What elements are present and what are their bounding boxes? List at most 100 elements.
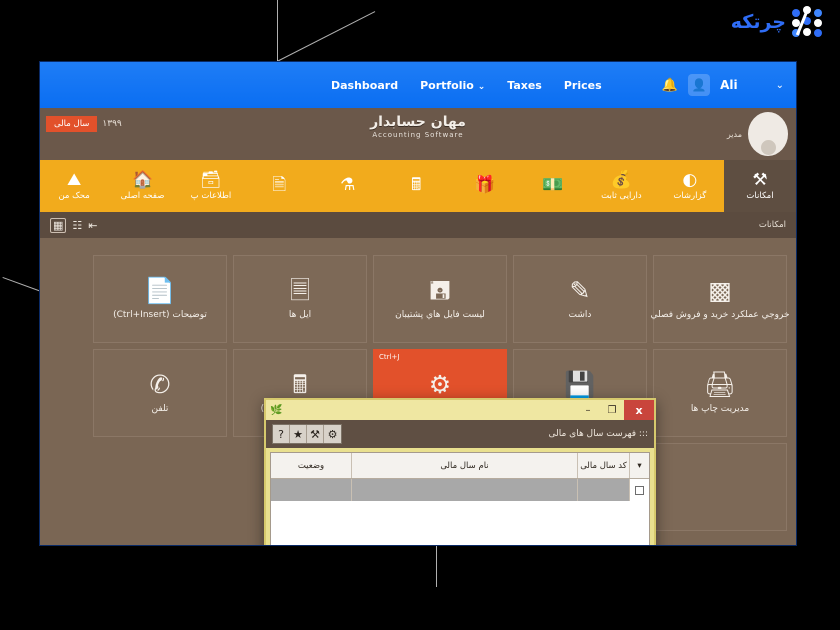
user-avatar-icon[interactable] xyxy=(748,112,788,156)
chevron-down-icon[interactable]: ⌄ xyxy=(776,80,784,91)
fiscal-year-value: ۱۳۹۹ xyxy=(102,119,122,129)
user-icon[interactable]: 👤 xyxy=(688,74,711,96)
ribbon-item-label: اطلاعات پ xyxy=(190,190,232,201)
calculator-icon: 🖩 xyxy=(292,370,308,399)
dialog-header: ::: فهرست سال های مالی ? ★ ⚒ ⚙ xyxy=(266,420,654,448)
help-icon[interactable]: ? xyxy=(273,425,290,443)
tile-notes[interactable]: 📄 توضيحات (Ctrl+Insert) xyxy=(93,255,227,343)
ledger-icon: 🗎 xyxy=(272,174,287,195)
close-button[interactable]: x xyxy=(624,400,654,420)
workspace-view-icons: ▦ ☷ ⇤ xyxy=(50,217,98,233)
list-view-icon[interactable]: ☷ xyxy=(72,219,82,232)
grid-view-icon[interactable]: ▦ xyxy=(50,217,67,233)
nav-link-taxes[interactable]: Taxes xyxy=(507,79,542,92)
tile-dasht[interactable]: ✎ داشت xyxy=(513,255,647,343)
guide-line-bottom xyxy=(436,545,437,587)
tile-label: تلفن xyxy=(151,404,169,414)
ribbon-item-ledger[interactable]: 🗎 xyxy=(245,160,313,212)
workspace-header: امکانات ▦ ☷ ⇤ xyxy=(40,212,796,238)
tile-phone[interactable]: ✆ تلفن xyxy=(93,349,227,437)
flask-icon: ⚗ xyxy=(340,174,356,195)
tile-print-management[interactable]: 🖨 مديريت چاپ ها xyxy=(653,349,787,437)
guide-line-diagonal-top xyxy=(276,11,376,62)
fiscal-years-dialog: 🌿 – ❐ x ::: فهرست سال های مالی ? ★ ⚒ ⚙ ▾… xyxy=(264,398,656,545)
star-icon[interactable]: ★ xyxy=(290,425,307,443)
ribbon-item-gozareshat[interactable]: ◐ گزارشات xyxy=(656,160,724,212)
nav-right-group: 🔔 👤 Ali ⌄ xyxy=(662,74,784,96)
grid-header-row: ▾ کد سال مالی نام سال مالی وضعیت xyxy=(271,453,649,479)
ribbon-item-home[interactable]: 🏠 صفحه اصلی xyxy=(108,160,176,212)
nav-link-dashboard[interactable]: Dashboard xyxy=(331,79,398,92)
tile-backup-file-list[interactable]: 🖪 ليست فايل هاي پشتيبان xyxy=(373,255,507,343)
nav-link-prices[interactable]: Prices xyxy=(564,79,602,92)
fiscal-year-badge[interactable]: سال مالی xyxy=(46,116,98,132)
chevron-down-icon: ⌄ xyxy=(477,81,486,92)
dialog-toolbar: ? ★ ⚒ ⚙ xyxy=(272,424,342,444)
tile-label: خروجي عملکرد خريد و فروش فصلي xyxy=(650,310,790,320)
user-role-label: مدیر xyxy=(726,129,742,139)
tile-label: ايل ها xyxy=(288,310,312,320)
ribbon-item-flask[interactable]: ⚗ xyxy=(314,160,382,212)
minimize-button[interactable]: – xyxy=(576,400,600,420)
app-icon: 🌿 xyxy=(270,404,283,416)
grid-filter-code[interactable] xyxy=(577,479,629,501)
nav-username: Ali xyxy=(720,78,738,92)
ribbon-item-label: دارایی ثابت xyxy=(601,190,642,201)
fiscal-years-grid: ▾ کد سال مالی نام سال مالی وضعیت اطلاعات… xyxy=(270,452,650,545)
tile-label: مديريت چاپ ها xyxy=(690,404,750,414)
notes-icon: 📄 xyxy=(144,276,176,305)
maximize-button[interactable]: ❐ xyxy=(600,400,624,420)
collapse-icon[interactable]: ⇤ xyxy=(88,219,97,232)
tools-icon: ⚒ xyxy=(752,169,768,190)
grid-filter-status[interactable] xyxy=(271,479,351,501)
workspace-title: امکانات xyxy=(758,220,786,230)
ribbon-item-daraei-sabet[interactable]: 💰 دارایی ثابت xyxy=(587,160,655,212)
dialog-window-controls: – ❐ x xyxy=(576,400,654,420)
grid-column-status[interactable]: وضعیت xyxy=(271,453,351,478)
gear-icon[interactable]: ⚙ xyxy=(324,425,341,443)
mahan-logo-tagline: Accounting Software xyxy=(372,131,464,139)
pie-chart-icon: ◐ xyxy=(682,169,698,190)
magic-wand-icon[interactable]: ⚒ xyxy=(307,425,324,443)
ribbon-item-amkanat[interactable]: ⚒ امکانات xyxy=(724,160,796,212)
bell-icon[interactable]: 🔔 xyxy=(662,78,678,93)
ribbon-item-label: گزارشات xyxy=(673,190,707,201)
grid-column-name[interactable]: نام سال مالی xyxy=(351,453,577,478)
mahan-logo-title: مهان حسابدار xyxy=(370,114,466,130)
ribbon-item-banknote[interactable]: 💵 xyxy=(519,160,587,212)
tile-seasonal-export[interactable]: ▩ خروجي عملکرد خريد و فروش فصلي xyxy=(650,255,790,343)
coin-icon: 💰 xyxy=(610,169,632,190)
ribbon-item-etelaat[interactable]: 🗃 اطلاعات پ xyxy=(177,160,245,212)
banknote-icon: 💵 xyxy=(542,174,564,195)
box-icon: 🎁 xyxy=(473,174,496,195)
ribbon-item-box[interactable]: 🎁 xyxy=(450,160,518,212)
ribbon-item-calculator[interactable]: 🖩 xyxy=(382,160,450,212)
ribbon-item-mahak[interactable]: ⛰ محک من xyxy=(40,160,108,212)
brand-bar: سال مالی ۱۳۹۹ مهان حسابدار Accounting So… xyxy=(40,108,796,160)
tile-blank[interactable] xyxy=(653,443,787,531)
screenshot-root: چرتکه Dashboard Portfolio ⌄ Taxes Prices… xyxy=(0,0,840,630)
chortkeh-logo: چرتکه xyxy=(731,6,826,38)
ribbon-toolbar: ⚒ امکانات ◐ گزارشات 💰 دارایی ثابت 💵 🎁 🖩 xyxy=(40,160,796,212)
gear-icon: ⚙ xyxy=(428,370,452,399)
printer-icon: 🖨 xyxy=(704,370,736,399)
logo-text: چرتکه xyxy=(730,11,786,33)
grid-sort-caret[interactable]: ▾ xyxy=(629,453,649,478)
workspace: امکانات ▦ ☷ ⇤ ▩ خروجي عملکرد خريد و فروش… xyxy=(40,212,796,545)
file-icon: 🗏 xyxy=(289,276,311,305)
grid-column-code[interactable]: کد سال مالی xyxy=(577,453,629,478)
backup-list-icon: 🖪 xyxy=(429,276,451,305)
nav-link-portfolio[interactable]: Portfolio ⌄ xyxy=(420,79,485,92)
browser-navbar: Dashboard Portfolio ⌄ Taxes Prices 🔔 👤 A… xyxy=(40,62,796,108)
dialog-titlebar: 🌿 – ❐ x xyxy=(266,400,654,420)
tile-files[interactable]: 🗏 ايل ها xyxy=(233,255,367,343)
tile-shortcut: Ctrl+J xyxy=(379,353,400,361)
guide-line-top xyxy=(277,0,278,62)
database-icon: 🗃 xyxy=(200,169,222,190)
grid-filter-row[interactable] xyxy=(271,479,649,501)
calculator-icon: 🖩 xyxy=(411,174,422,195)
app-window: Dashboard Portfolio ⌄ Taxes Prices 🔔 👤 A… xyxy=(40,62,796,545)
dialog-title: ::: فهرست سال های مالی xyxy=(548,429,649,439)
grid-row-checkbox[interactable] xyxy=(629,479,649,501)
grid-filter-name[interactable] xyxy=(351,479,577,501)
